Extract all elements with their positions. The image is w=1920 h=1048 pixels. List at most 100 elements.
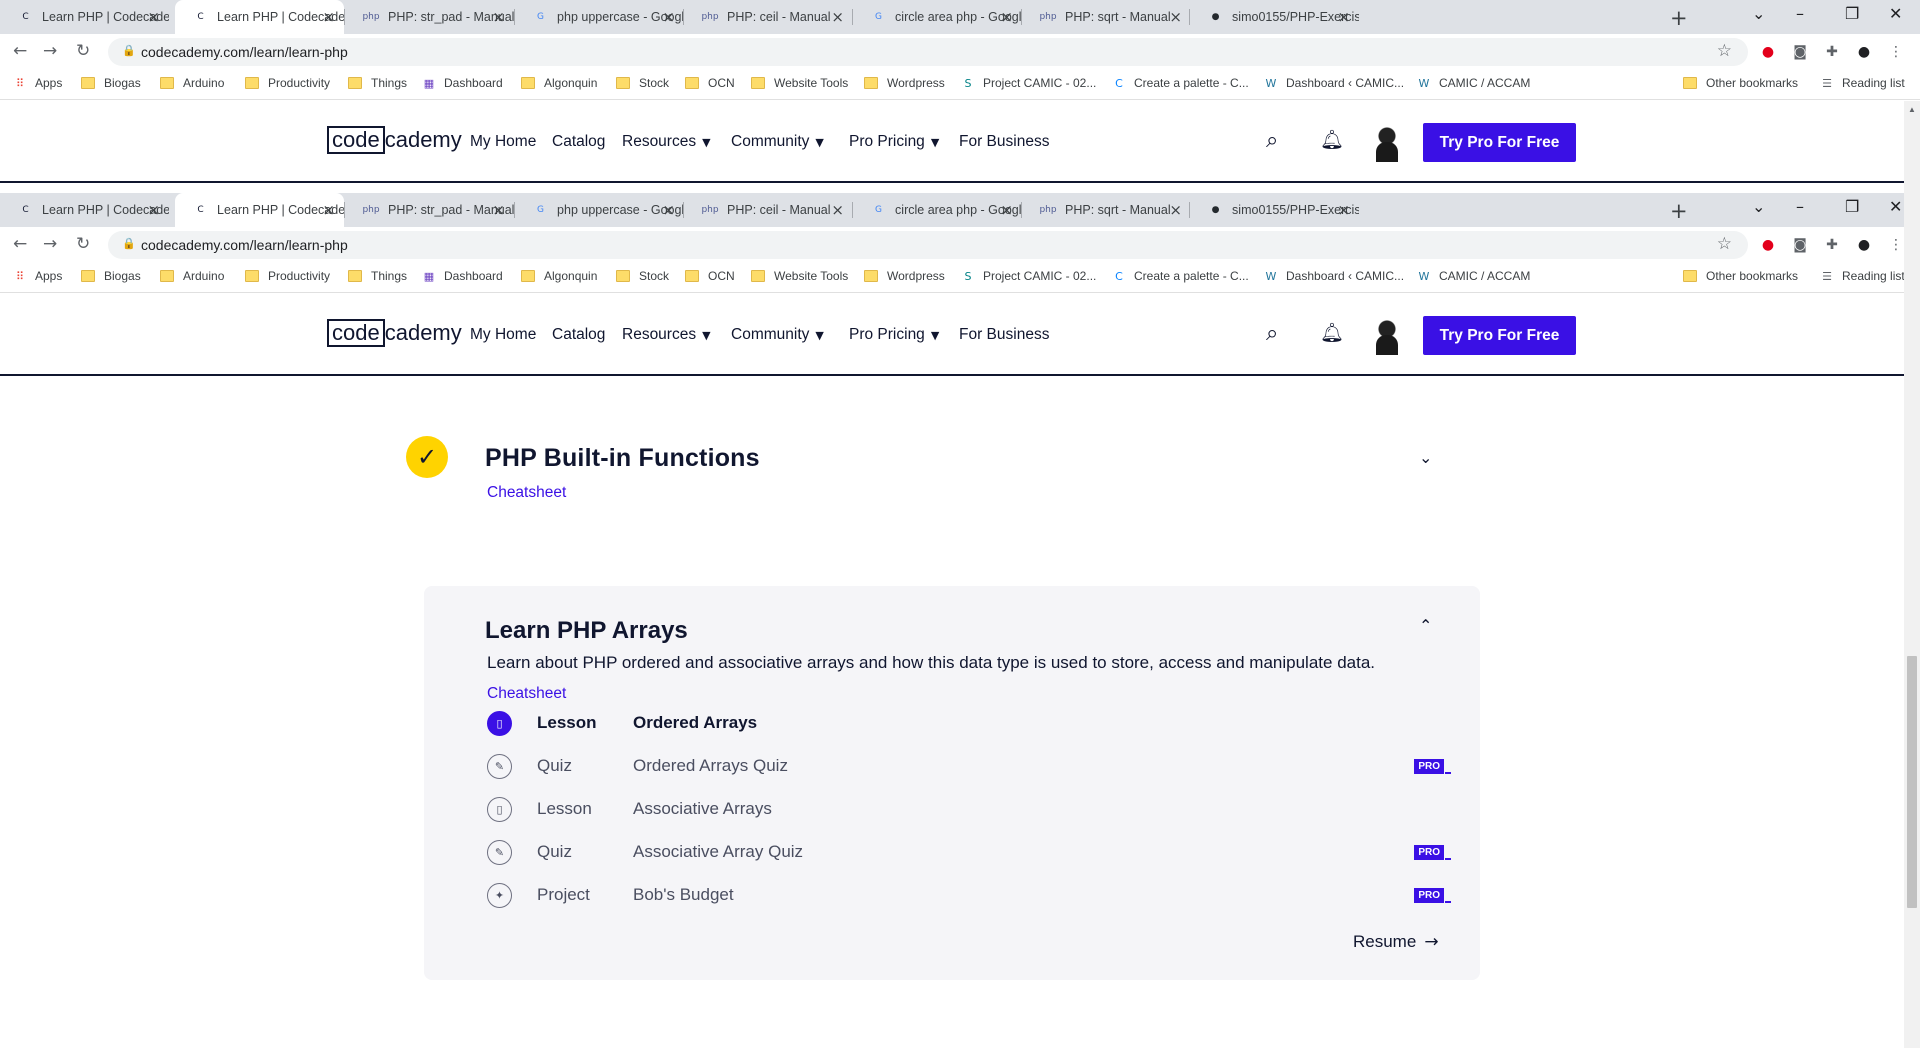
bookmark-item[interactable]: W Dashboard ‹ CAMIC...: [1264, 76, 1405, 90]
browser-tab[interactable]: php PHP: sqrt - Manual ×: [1022, 0, 1191, 34]
browser-tab[interactable]: CLearn PHP | Codecademy×: [175, 193, 344, 227]
bookmark-item[interactable]: Wordpress: [864, 269, 945, 283]
cheatsheet-link[interactable]: Cheatsheet: [487, 484, 566, 502]
bookmark-item[interactable]: Website Tools: [751, 269, 848, 283]
bookmark-item[interactable]: Things: [348, 76, 407, 90]
browser-tab[interactable]: Gphp uppercase - Google Se×: [515, 0, 684, 34]
nav-link[interactable]: For Business: [959, 133, 1049, 151]
nav-link[interactable]: Pro Pricing ▼: [849, 326, 939, 344]
bookmark-item[interactable]: Algonquin: [521, 76, 597, 90]
minimize-icon[interactable]: –: [1796, 197, 1804, 216]
profile-avatar-icon[interactable]: ●: [1855, 43, 1873, 61]
codecademy-logo[interactable]: code cademy: [327, 319, 462, 347]
bookmark-item[interactable]: Things: [348, 269, 407, 283]
search-icon[interactable]: ⌕: [1266, 128, 1278, 153]
menu-kebab-icon[interactable]: ⋮: [1887, 236, 1905, 254]
bookmark-item[interactable]: OCN: [685, 76, 735, 90]
nav-link[interactable]: Resources ▼: [622, 133, 711, 151]
syllabus-item[interactable]: ✎ Quiz Ordered Arrays Quiz PRO: [487, 751, 1451, 781]
syllabus-item[interactable]: ▯ Lesson Ordered Arrays: [487, 708, 1451, 738]
browser-tab[interactable]: Gcircle area php - Google Se×: [853, 193, 1022, 227]
other-bookmarks[interactable]: Other bookmarks: [1683, 269, 1798, 283]
bookmark-item[interactable]: Arduino: [160, 269, 224, 283]
close-tab-icon[interactable]: ×: [662, 8, 675, 26]
close-tab-icon[interactable]: ×: [1000, 8, 1013, 26]
nav-link[interactable]: Catalog: [552, 326, 605, 344]
chevron-down-icon[interactable]: ⌄: [1419, 448, 1432, 467]
syllabus-item[interactable]: ▯ Lesson Associative Arrays: [487, 794, 1451, 824]
avatar[interactable]: [1370, 122, 1404, 162]
close-tab-icon[interactable]: ×: [322, 8, 335, 26]
close-tab-icon[interactable]: ×: [322, 201, 335, 219]
bookmark-item[interactable]: C Create a palette - C...: [1112, 76, 1249, 90]
chevron-up-icon[interactable]: ⌃: [1419, 616, 1432, 635]
browser-tab[interactable]: php PHP: sqrt - Manual ×: [1022, 193, 1191, 227]
bookmark-item[interactable]: Biogas: [81, 76, 141, 90]
page-scrollbar[interactable]: ▲: [1904, 101, 1920, 1048]
bookmark-item[interactable]: Website Tools: [751, 76, 848, 90]
nav-link[interactable]: Resources ▼: [622, 326, 711, 344]
browser-tab[interactable]: php PHP: str_pad - Manual ×: [345, 193, 514, 227]
browser-tab[interactable]: ●simo0155/PHP-Exercises: F×: [1190, 193, 1359, 227]
address-bar[interactable]: 🔒 codecademy.com/learn/learn-php ☆: [108, 231, 1748, 259]
forward-icon[interactable]: →: [43, 234, 57, 254]
avatar[interactable]: [1370, 315, 1404, 355]
back-icon[interactable]: ←: [13, 234, 27, 254]
browser-tab[interactable]: php PHP: ceil - Manual ×: [684, 0, 853, 34]
browser-tab[interactable]: CLearn PHP | Codecademy×: [175, 0, 344, 34]
bookmark-item[interactable]: W Dashboard ‹ CAMIC...: [1264, 269, 1405, 283]
close-tab-icon[interactable]: ×: [492, 201, 505, 219]
bell-icon[interactable]: 🔔︎: [1320, 321, 1344, 344]
nav-link[interactable]: Pro Pricing ▼: [849, 133, 939, 151]
tab-search-icon[interactable]: ⌄: [1752, 4, 1765, 23]
close-tab-icon[interactable]: ×: [1337, 201, 1350, 219]
browser-tab[interactable]: php PHP: ceil - Manual ×: [684, 193, 853, 227]
reading-list[interactable]: ☰ Reading list: [1820, 269, 1905, 283]
new-tab-icon[interactable]: +: [1670, 199, 1688, 223]
close-window-icon[interactable]: ✕: [1889, 197, 1902, 216]
bookmark-item[interactable]: Biogas: [81, 269, 141, 283]
bookmark-item[interactable]: Arduino: [160, 76, 224, 90]
nav-link[interactable]: Community ▼: [731, 326, 824, 344]
syllabus-item[interactable]: ✎ Quiz Associative Array Quiz PRO: [487, 837, 1451, 867]
nav-link[interactable]: Catalog: [552, 133, 605, 151]
close-tab-icon[interactable]: ×: [831, 201, 844, 219]
close-tab-icon[interactable]: ×: [831, 8, 844, 26]
puzzle-extension-icon[interactable]: ✚: [1823, 43, 1841, 61]
bookmark-item[interactable]: W CAMIC / ACCAM: [1417, 76, 1531, 90]
scrollbar-thumb[interactable]: [1907, 656, 1917, 908]
resume-button[interactable]: Resume →: [1353, 932, 1439, 952]
reload-icon[interactable]: ↻: [76, 41, 90, 61]
restore-icon[interactable]: ❐: [1845, 197, 1859, 216]
reload-icon[interactable]: ↻: [76, 234, 90, 254]
bookmark-item[interactable]: Wordpress: [864, 76, 945, 90]
bookmark-item[interactable]: Algonquin: [521, 269, 597, 283]
bookmark-item[interactable]: Stock: [616, 269, 669, 283]
minimize-icon[interactable]: –: [1796, 4, 1804, 23]
profile-avatar-icon[interactable]: ●: [1855, 236, 1873, 254]
close-tab-icon[interactable]: ×: [147, 8, 160, 26]
new-tab-icon[interactable]: +: [1670, 6, 1688, 30]
tab-search-icon[interactable]: ⌄: [1752, 197, 1765, 216]
nav-link[interactable]: Community ▼: [731, 133, 824, 151]
back-icon[interactable]: ←: [13, 41, 27, 61]
nav-link[interactable]: My Home: [470, 326, 536, 344]
camera-extension-icon[interactable]: ◙: [1791, 43, 1809, 61]
close-tab-icon[interactable]: ×: [147, 201, 160, 219]
bookmark-item[interactable]: Productivity: [245, 269, 330, 283]
bookmark-item[interactable]: ⠿ Apps: [13, 269, 62, 283]
close-tab-icon[interactable]: ×: [1000, 201, 1013, 219]
bookmark-item[interactable]: ⠿ Apps: [13, 76, 62, 90]
bookmark-item[interactable]: Productivity: [245, 76, 330, 90]
nav-link[interactable]: For Business: [959, 326, 1049, 344]
bookmark-item[interactable]: S Project CAMIC - 02...: [961, 269, 1097, 283]
bookmark-item[interactable]: S Project CAMIC - 02...: [961, 76, 1097, 90]
forward-icon[interactable]: →: [43, 41, 57, 61]
close-tab-icon[interactable]: ×: [1169, 201, 1182, 219]
browser-tab[interactable]: CLearn PHP | Codecademy×: [0, 0, 169, 34]
bookmark-item[interactable]: OCN: [685, 269, 735, 283]
bookmark-star-icon[interactable]: ☆: [1717, 234, 1732, 254]
close-tab-icon[interactable]: ×: [492, 8, 505, 26]
codecademy-logo[interactable]: code cademy: [327, 126, 462, 154]
bell-icon[interactable]: 🔔︎: [1320, 128, 1344, 151]
